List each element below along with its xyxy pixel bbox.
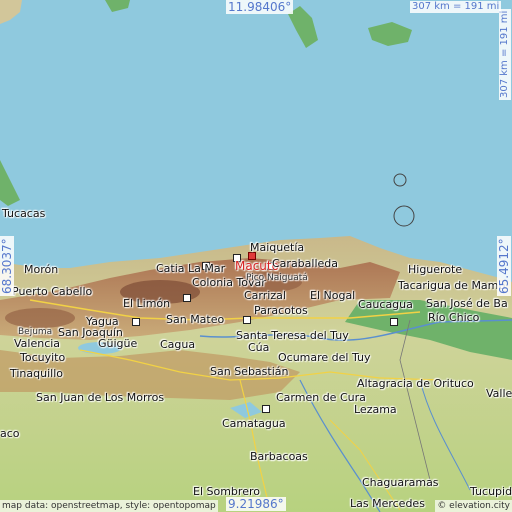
place-label-valle[interactable]: Valle [486, 388, 512, 400]
place-label-tucacas[interactable]: Tucacas [2, 208, 45, 220]
place-label-maiquetia[interactable]: Maiquetía [250, 242, 304, 254]
place-label-las-mercedes[interactable]: Las Mercedes [350, 498, 425, 510]
place-label-tinaquillo[interactable]: Tinaquillo [10, 368, 63, 380]
west-longitude-label: 68.3037° [0, 236, 14, 296]
place-label-lezama[interactable]: Lezama [354, 404, 397, 416]
place-label-puerto-cabello[interactable]: Puerto Cabello [12, 286, 92, 298]
place-label-caucagua[interactable]: Caucagua [358, 299, 413, 311]
topographic-map[interactable]: Tucacas Morón Puerto Cabello Bejuma San … [0, 0, 512, 512]
place-label-altagracia[interactable]: Altagracia de Orituco [357, 378, 474, 390]
elevation-credit: © elevation.city [435, 500, 512, 512]
vertical-scale-label: 307 km = 191 mi [499, 8, 511, 100]
south-latitude-label: 9.21986° [226, 497, 286, 511]
place-label-ocumare[interactable]: Ocumare del Tuy [278, 352, 371, 364]
place-pin[interactable] [132, 318, 140, 326]
horizontal-scale-label: 307 km = 191 mi [410, 1, 502, 13]
map-attribution: map data: openstreetmap, style: opentopo… [0, 500, 218, 512]
place-label-san-jose[interactable]: San José de Ba [426, 298, 508, 310]
place-label-chaguaramas[interactable]: Chaguaramas [362, 477, 439, 489]
place-label-san-juan[interactable]: San Juan de Los Morros [36, 392, 164, 404]
place-label-higuerote[interactable]: Higuerote [408, 264, 462, 276]
east-longitude-label: 65.4912° [497, 236, 511, 296]
place-label-catia-la-mar[interactable]: Catia La Mar [156, 263, 225, 275]
terrain-layer [0, 0, 512, 512]
place-pin[interactable] [390, 318, 398, 326]
place-label-aco[interactable]: aco [0, 428, 20, 440]
place-label-carrizal[interactable]: Carrizal [244, 290, 286, 302]
place-label-el-limon[interactable]: El Limón [123, 298, 170, 310]
place-label-carmen-de-cura[interactable]: Carmen de Cura [276, 392, 366, 404]
place-label-yagua[interactable]: Yagua [86, 316, 119, 328]
place-label-tucupido[interactable]: Tucupid [470, 486, 512, 498]
place-label-el-nogal[interactable]: El Nogal [310, 290, 355, 302]
place-label-paracotos[interactable]: Paracotos [254, 305, 308, 317]
place-label-san-mateo[interactable]: San Mateo [166, 314, 224, 326]
place-label-guigue[interactable]: Güigüe [98, 338, 137, 350]
place-label-caraballeda[interactable]: Caraballeda [272, 258, 338, 270]
place-label-tocuyito[interactable]: Tocuyito [20, 352, 65, 364]
place-label-tacarigua[interactable]: Tacarigua de Mamp [398, 280, 505, 292]
place-label-moron[interactable]: Morón [24, 264, 58, 276]
place-pin[interactable] [243, 316, 251, 324]
place-label-cagua[interactable]: Cagua [160, 339, 195, 351]
place-label-camatagua[interactable]: Camatagua [222, 418, 286, 430]
place-label-pico-naiguata[interactable]: Pico Naiguatá [246, 272, 308, 284]
place-pin[interactable] [262, 405, 270, 413]
place-label-valencia[interactable]: Valencia [14, 338, 60, 350]
place-label-cua[interactable]: Cúa [248, 342, 269, 354]
place-label-barbacoas[interactable]: Barbacoas [250, 451, 308, 463]
place-label-rio-chico[interactable]: Río Chico [428, 312, 479, 324]
place-label-san-sebastian[interactable]: San Sebastián [210, 366, 288, 378]
north-latitude-label: 11.98406° [226, 0, 294, 14]
place-pin[interactable] [183, 294, 191, 302]
